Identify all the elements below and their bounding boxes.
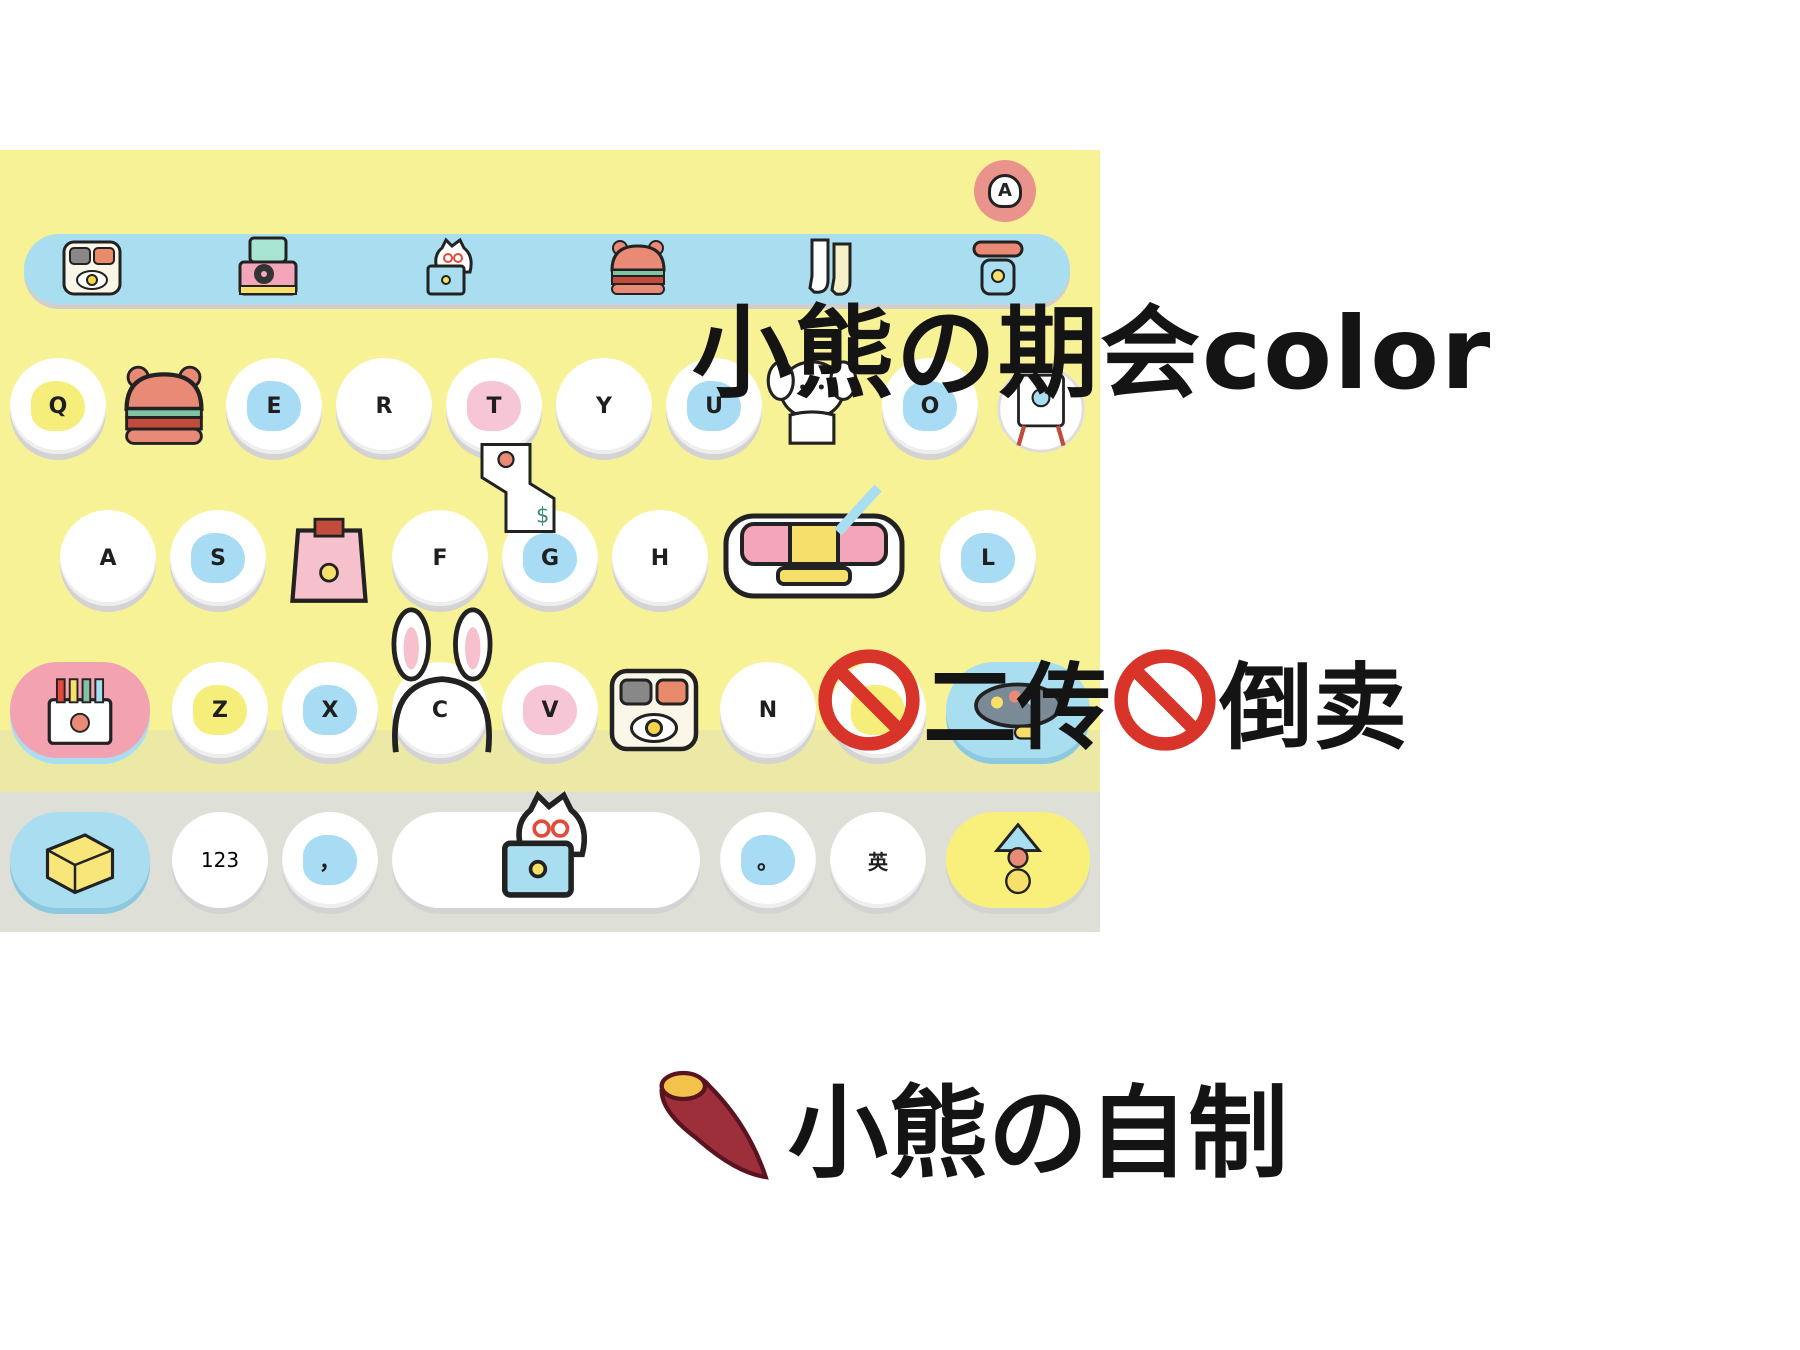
crayon-box-icon <box>47 678 113 745</box>
shift-key[interactable] <box>10 662 150 758</box>
notice-text-1: 二传 <box>923 654 1112 763</box>
prohibited-icon <box>818 649 920 751</box>
numbers-key[interactable]: 123 <box>172 812 268 908</box>
key-v[interactable]: V <box>502 662 598 758</box>
cat-laptop-icon[interactable] <box>420 236 484 300</box>
cat-laptop-icon <box>501 790 588 898</box>
key-a[interactable]: A <box>60 510 156 606</box>
sweet-potato-icon <box>659 1070 769 1180</box>
key-n[interactable]: N <box>720 662 816 758</box>
bunny-ears-headband-icon <box>391 607 493 753</box>
key-z[interactable]: Z <box>172 662 268 758</box>
language-key[interactable]: 英 <box>830 812 926 908</box>
keyboard-theme-preview: A Q E R T Y U O A S F G $ H L Z X C V N … <box>0 150 1100 932</box>
bento-box-icon[interactable] <box>60 236 124 300</box>
record-player-icon[interactable] <box>236 236 300 300</box>
lunchbox-sticker-icon <box>723 484 905 599</box>
svg-text:$: $ <box>536 504 549 528</box>
key-s[interactable]: S <box>170 510 266 606</box>
bear-burger-icon[interactable] <box>118 360 210 452</box>
bear-burger-icon[interactable] <box>606 236 670 300</box>
theme-title: 小熊の期会color <box>692 295 1493 412</box>
avatar-button[interactable]: A <box>974 160 1036 222</box>
key-h[interactable]: H <box>612 510 708 606</box>
key-e[interactable]: E <box>226 358 322 454</box>
period-key[interactable]: 。 <box>720 812 816 908</box>
bento-box-icon[interactable] <box>606 662 702 758</box>
notice-banner: 二传 倒卖 <box>815 632 1407 768</box>
space-key[interactable] <box>392 790 700 908</box>
key-l[interactable]: L <box>940 510 1036 606</box>
key-r[interactable]: R <box>336 358 432 454</box>
butter-icon <box>45 833 115 895</box>
receipt-sticker-icon: $ <box>480 443 556 533</box>
notice-text-2: 倒卖 <box>1219 654 1408 763</box>
emoji-key[interactable] <box>10 812 150 908</box>
pink-bag-icon[interactable] <box>284 510 374 610</box>
bear-lamp-icon <box>993 822 1043 895</box>
key-q[interactable]: Q <box>10 358 106 454</box>
key-y[interactable]: Y <box>556 358 652 454</box>
prohibited-icon <box>1114 649 1216 751</box>
return-key[interactable] <box>946 812 1090 908</box>
key-x[interactable]: X <box>282 662 378 758</box>
credit-line: 小熊の自制 <box>648 1052 1288 1197</box>
comma-key[interactable]: ， <box>282 812 378 908</box>
credit-text: 小熊の自制 <box>788 1075 1288 1192</box>
